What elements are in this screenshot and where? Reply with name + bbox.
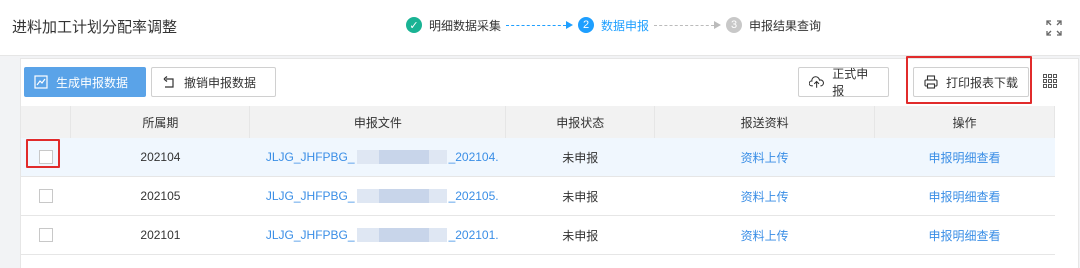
check-circle-icon: ✓ bbox=[406, 17, 422, 33]
redacted-region bbox=[356, 189, 447, 203]
step-number: 3 bbox=[726, 17, 743, 33]
view-detail-link[interactable]: 申报明细查看 bbox=[929, 229, 1001, 243]
upload-link[interactable]: 资料上传 bbox=[741, 229, 789, 243]
view-detail-link[interactable]: 申报明细查看 bbox=[929, 190, 1001, 204]
file-link-suffix[interactable]: _202104. bbox=[449, 150, 499, 164]
checkbox-header bbox=[21, 106, 72, 138]
chart-icon bbox=[34, 75, 48, 89]
step-label: 数据申报 bbox=[601, 18, 650, 33]
column-header: 报送资料 bbox=[654, 106, 876, 138]
table-row: 202104 JLJG_JHFPBG_ _202104. 未申报 资料上传 申报明… bbox=[21, 138, 1055, 177]
declaration-table: 所属期 申报文件 申报状态 报送资料 操作 202104 JLJG_JHFPBG… bbox=[21, 106, 1055, 255]
step-number: 2 bbox=[578, 17, 595, 33]
upload-link[interactable]: 资料上传 bbox=[741, 151, 789, 165]
row-checkbox[interactable] bbox=[38, 189, 53, 204]
status-cell: 未申报 bbox=[505, 215, 655, 255]
row-checkbox[interactable] bbox=[38, 228, 53, 243]
generate-label: 生成申报数据 bbox=[56, 75, 129, 90]
revoke-declaration-button[interactable]: 撤销申报数据 bbox=[151, 67, 276, 97]
fullscreen-icon[interactable] bbox=[1045, 19, 1063, 37]
file-link-prefix[interactable]: JLJG_JHFPBG_ bbox=[266, 189, 355, 203]
formal-submit-button[interactable]: 正式申报 bbox=[798, 67, 889, 98]
step-label: 明细数据采集 bbox=[429, 18, 502, 33]
step-arrow bbox=[654, 21, 722, 29]
step-indicator: ✓ 明细数据采集 2 数据申报 3 申报结果查询 bbox=[406, 14, 821, 36]
file-link-prefix[interactable]: JLJG_JHFPBG_ bbox=[266, 228, 355, 242]
file-link-suffix[interactable]: _202105. bbox=[449, 189, 499, 203]
column-header: 操作 bbox=[874, 106, 1055, 138]
file-cell: JLJG_JHFPBG_ _202104. bbox=[249, 138, 506, 177]
table-row: 202101 JLJG_JHFPBG_ _202101. 未申报 资料上传 申报明… bbox=[21, 215, 1055, 255]
grid-icon[interactable] bbox=[1043, 74, 1057, 88]
file-link-suffix[interactable]: _202101. bbox=[449, 228, 499, 242]
step-collect[interactable]: ✓ 明细数据采集 bbox=[406, 17, 501, 34]
view-detail-link[interactable]: 申报明细查看 bbox=[929, 151, 1001, 165]
status-cell: 未申报 bbox=[505, 176, 655, 216]
page-title: 进料加工计划分配率调整 bbox=[12, 19, 178, 36]
status-cell: 未申报 bbox=[505, 138, 655, 177]
period-cell: 202104 bbox=[70, 138, 250, 177]
table-header: 所属期 申报文件 申报状态 报送资料 操作 bbox=[21, 106, 1055, 138]
submit-label: 正式申报 bbox=[832, 67, 869, 98]
column-header: 申报状态 bbox=[505, 106, 656, 138]
highlight-box bbox=[906, 56, 1032, 104]
step-declare[interactable]: 2 数据申报 bbox=[578, 17, 649, 34]
file-cell: JLJG_JHFPBG_ _202105. bbox=[249, 176, 506, 216]
file-link-prefix[interactable]: JLJG_JHFPBG_ bbox=[266, 150, 355, 164]
redacted-region bbox=[356, 150, 447, 164]
upload-icon bbox=[809, 76, 824, 88]
step-arrow bbox=[506, 21, 574, 29]
column-header: 申报文件 bbox=[249, 106, 507, 138]
header-bar: 进料加工计划分配率调整 ✓ 明细数据采集 2 数据申报 3 申报结果查询 bbox=[0, 0, 1080, 56]
revoke-label: 撤销申报数据 bbox=[184, 75, 257, 90]
file-cell: JLJG_JHFPBG_ _202101. bbox=[249, 215, 506, 255]
highlight-box bbox=[26, 139, 60, 168]
step-result[interactable]: 3 申报结果查询 bbox=[726, 17, 821, 34]
undo-icon bbox=[163, 76, 174, 88]
redacted-region bbox=[356, 228, 447, 242]
period-cell: 202105 bbox=[70, 176, 250, 216]
table-row: 202105 JLJG_JHFPBG_ _202105. 未申报 资料上传 申报明… bbox=[21, 176, 1055, 216]
upload-link[interactable]: 资料上传 bbox=[741, 190, 789, 204]
column-header: 所属期 bbox=[70, 106, 251, 138]
generate-declaration-button[interactable]: 生成申报数据 bbox=[24, 67, 146, 97]
period-cell: 202101 bbox=[70, 215, 250, 255]
step-label: 申报结果查询 bbox=[749, 18, 822, 33]
